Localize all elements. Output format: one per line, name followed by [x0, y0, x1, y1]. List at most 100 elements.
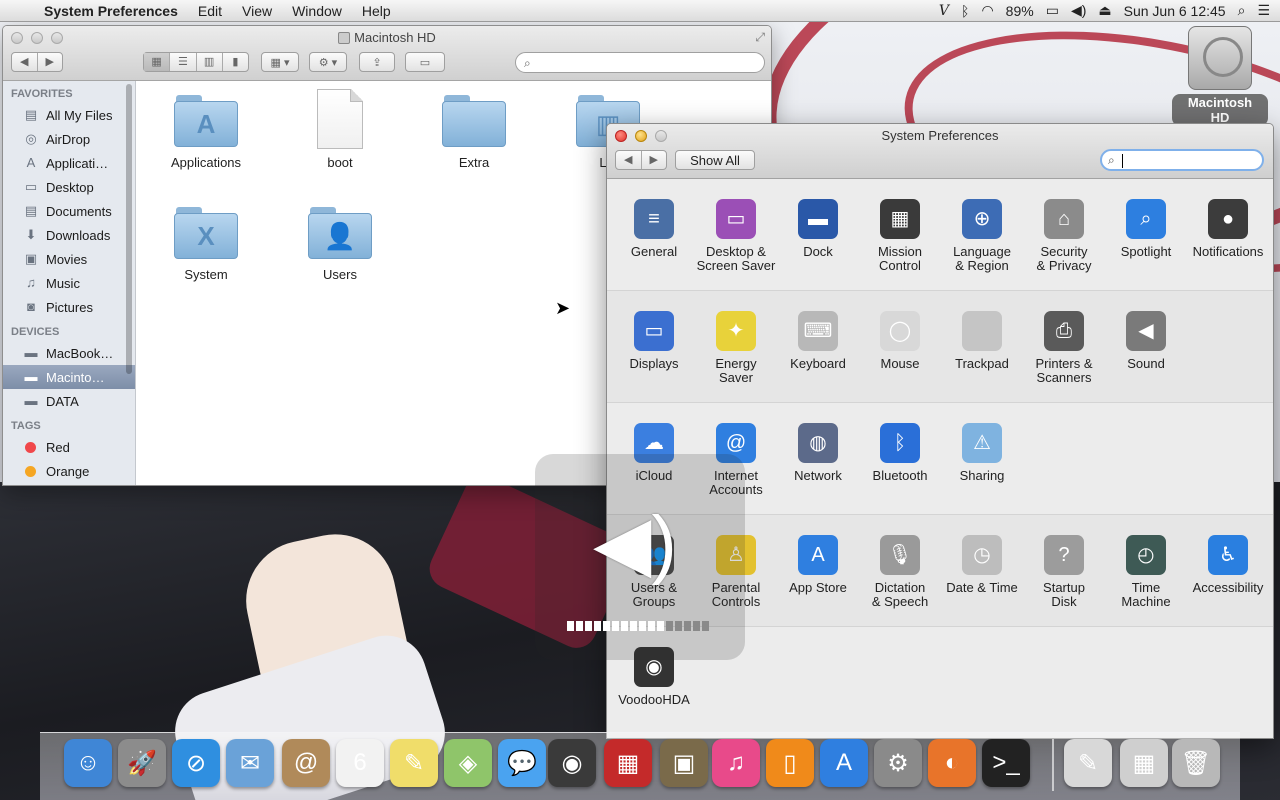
coverflow-view-icon[interactable]: ▮ — [223, 53, 248, 71]
messages-icon[interactable]: 💬 — [498, 739, 546, 787]
icon-view-icon[interactable]: ▦ — [144, 53, 171, 71]
trash-icon[interactable]: 🗑 — [1172, 739, 1220, 787]
sidebar-scrollbar[interactable] — [126, 84, 132, 374]
arrange-button[interactable]: ▦ ▾ — [261, 52, 299, 72]
view-mode-control[interactable]: ▦ ☰ ▥ ▮ — [143, 52, 249, 72]
pref-pane[interactable]: ≡ General — [613, 199, 695, 259]
clock[interactable]: Sun Jun 6 12:45 — [1124, 3, 1226, 19]
pref-pane[interactable]: ◴ Time Machine — [1105, 535, 1187, 609]
file-item[interactable]: X System — [151, 207, 261, 282]
sidebar-item-favorite[interactable]: ▤ All My Files — [3, 103, 135, 127]
app-menu[interactable]: System Preferences — [40, 3, 188, 19]
notes-icon[interactable]: ✎ — [390, 739, 438, 787]
pref-pane[interactable]: ◍ Network — [777, 423, 859, 483]
list-view-icon[interactable]: ☰ — [170, 53, 197, 71]
eject-icon[interactable]: ⏏ — [1098, 2, 1111, 19]
sidebar-item-device[interactable]: ▬ DATA — [3, 389, 135, 413]
pref-pane[interactable]: ◀ Sound — [1105, 311, 1187, 371]
battery-icon[interactable]: ▭ — [1046, 2, 1059, 19]
downloads-stack-icon[interactable]: ▦ — [1120, 739, 1168, 787]
search-field[interactable]: ⌕ — [515, 52, 765, 73]
firefox-icon[interactable]: ◐ — [928, 739, 976, 787]
pref-pane[interactable]: Trackpad — [941, 311, 1023, 371]
sidebar-item-favorite[interactable]: ♫ Music — [3, 271, 135, 295]
sidebar-item-favorite[interactable]: ◎ AirDrop — [3, 127, 135, 151]
pref-pane[interactable]: ◷ Date & Time — [941, 535, 1023, 595]
sysprefs-search-input[interactable]: ⌕ — [1100, 149, 1264, 171]
file-item[interactable]: boot — [285, 89, 395, 170]
terminal-icon[interactable]: >_ — [982, 739, 1030, 787]
sidebar-item-tag[interactable]: Orange — [3, 459, 135, 483]
file-item[interactable]: 👤 Users — [285, 207, 395, 282]
back-arrow-icon[interactable]: ◀ — [12, 53, 38, 71]
forward-arrow-icon[interactable]: ▶ — [642, 151, 667, 169]
sidebar-item-device[interactable]: ▬ Macinto… — [3, 365, 135, 389]
menu-view[interactable]: View — [232, 3, 282, 19]
itunes-icon[interactable]: ♫ — [712, 739, 760, 787]
sidebar-item-favorite[interactable]: ◙ Pictures — [3, 295, 135, 319]
pref-pane[interactable]: ⌨ Keyboard — [777, 311, 859, 371]
tags-button[interactable]: ▭ — [405, 52, 445, 72]
iphoto-icon[interactable]: ▣ — [660, 739, 708, 787]
maps-icon[interactable]: ◈ — [444, 739, 492, 787]
sidebar-item-favorite[interactable]: ⬇ Downloads — [3, 223, 135, 247]
forward-arrow-icon[interactable]: ▶ — [38, 53, 63, 71]
volume-status-icon[interactable]: ◀) — [1071, 2, 1086, 19]
mail-icon[interactable]: ✉ — [226, 739, 274, 787]
pref-pane[interactable]: ? Startup Disk — [1023, 535, 1105, 609]
system-preferences-dock-icon[interactable]: ⚙ — [874, 739, 922, 787]
ibooks-icon[interactable]: ▯ — [766, 739, 814, 787]
finder-icon[interactable]: ☺ — [64, 739, 112, 787]
share-button[interactable]: ⇪ — [359, 52, 395, 72]
action-button[interactable]: ⚙ ▾ — [309, 52, 347, 72]
pref-pane[interactable]: 🎙 Dictation & Speech — [859, 535, 941, 609]
calendar-icon[interactable]: 6 — [336, 739, 384, 787]
battery-percent[interactable]: 89% — [1006, 3, 1034, 19]
pref-pane[interactable]: ✦ Energy Saver — [695, 311, 777, 385]
fullscreen-icon[interactable]: ⤢ — [755, 30, 765, 45]
back-forward-control[interactable]: ◀ ▶ — [11, 52, 63, 72]
app-store-dock-icon[interactable]: A — [820, 739, 868, 787]
pref-pane[interactable]: ⚠ Sharing — [941, 423, 1023, 483]
sidebar-item-favorite[interactable]: ▤ Documents — [3, 199, 135, 223]
sidebar-item-device[interactable]: ▬ MacBook… — [3, 341, 135, 365]
vpn-status-icon[interactable]: V — [939, 3, 949, 19]
menu-help[interactable]: Help — [352, 3, 401, 19]
facetime-icon[interactable]: ◉ — [548, 739, 596, 787]
desktop-disk-macintosh-hd[interactable]: Macintosh HD — [1172, 26, 1268, 126]
sidebar-item-tag[interactable]: Red — [3, 435, 135, 459]
pref-pane[interactable]: ▭ Displays — [613, 311, 695, 371]
pref-pane[interactable]: A App Store — [777, 535, 859, 595]
file-item[interactable]: Extra — [419, 95, 529, 170]
pref-pane[interactable]: ⌂ Security & Privacy — [1023, 199, 1105, 273]
safari-icon[interactable]: ⊘ — [172, 739, 220, 787]
launchpad-icon[interactable]: 🚀 — [118, 739, 166, 787]
column-view-icon[interactable]: ▥ — [197, 53, 223, 71]
wifi-status-icon[interactable]: ◠ — [981, 2, 993, 19]
spotlight-search-icon[interactable]: ⌕ — [1238, 2, 1246, 19]
pref-pane[interactable]: ♿ Accessibility — [1187, 535, 1269, 595]
back-arrow-icon[interactable]: ◀ — [616, 151, 642, 169]
pref-pane[interactable]: ▬ Dock — [777, 199, 859, 259]
script-editor-icon[interactable]: ✎ — [1064, 739, 1112, 787]
show-all-button[interactable]: Show All — [675, 150, 755, 170]
pref-pane[interactable]: ᛒ Bluetooth — [859, 423, 941, 483]
file-item[interactable]: A Applications — [151, 95, 261, 170]
bluetooth-status-icon[interactable]: ᛒ — [961, 3, 969, 19]
sidebar-item-favorite[interactable]: ▣ Movies — [3, 247, 135, 271]
notification-center-icon[interactable]: ☰ — [1257, 2, 1270, 19]
menu-edit[interactable]: Edit — [188, 3, 232, 19]
sidebar-item-favorite[interactable]: A Applicati… — [3, 151, 135, 175]
contacts-icon[interactable]: @ — [282, 739, 330, 787]
pref-pane[interactable]: ▭ Desktop & Screen Saver — [695, 199, 777, 273]
pref-pane[interactable]: ⊕ Language & Region — [941, 199, 1023, 273]
photo-booth-icon[interactable]: ▦ — [604, 739, 652, 787]
pref-pane[interactable]: ⌕ Spotlight — [1105, 199, 1187, 259]
pref-pane[interactable]: ◯ Mouse — [859, 311, 941, 371]
back-forward-control[interactable]: ◀ ▶ — [615, 150, 667, 170]
menu-window[interactable]: Window — [282, 3, 352, 19]
pref-pane[interactable]: ⎙ Printers & Scanners — [1023, 311, 1105, 385]
sidebar-item-favorite[interactable]: ▭ Desktop — [3, 175, 135, 199]
pref-pane[interactable]: ● Notifications — [1187, 199, 1269, 259]
pref-pane[interactable]: ▦ Mission Control — [859, 199, 941, 273]
